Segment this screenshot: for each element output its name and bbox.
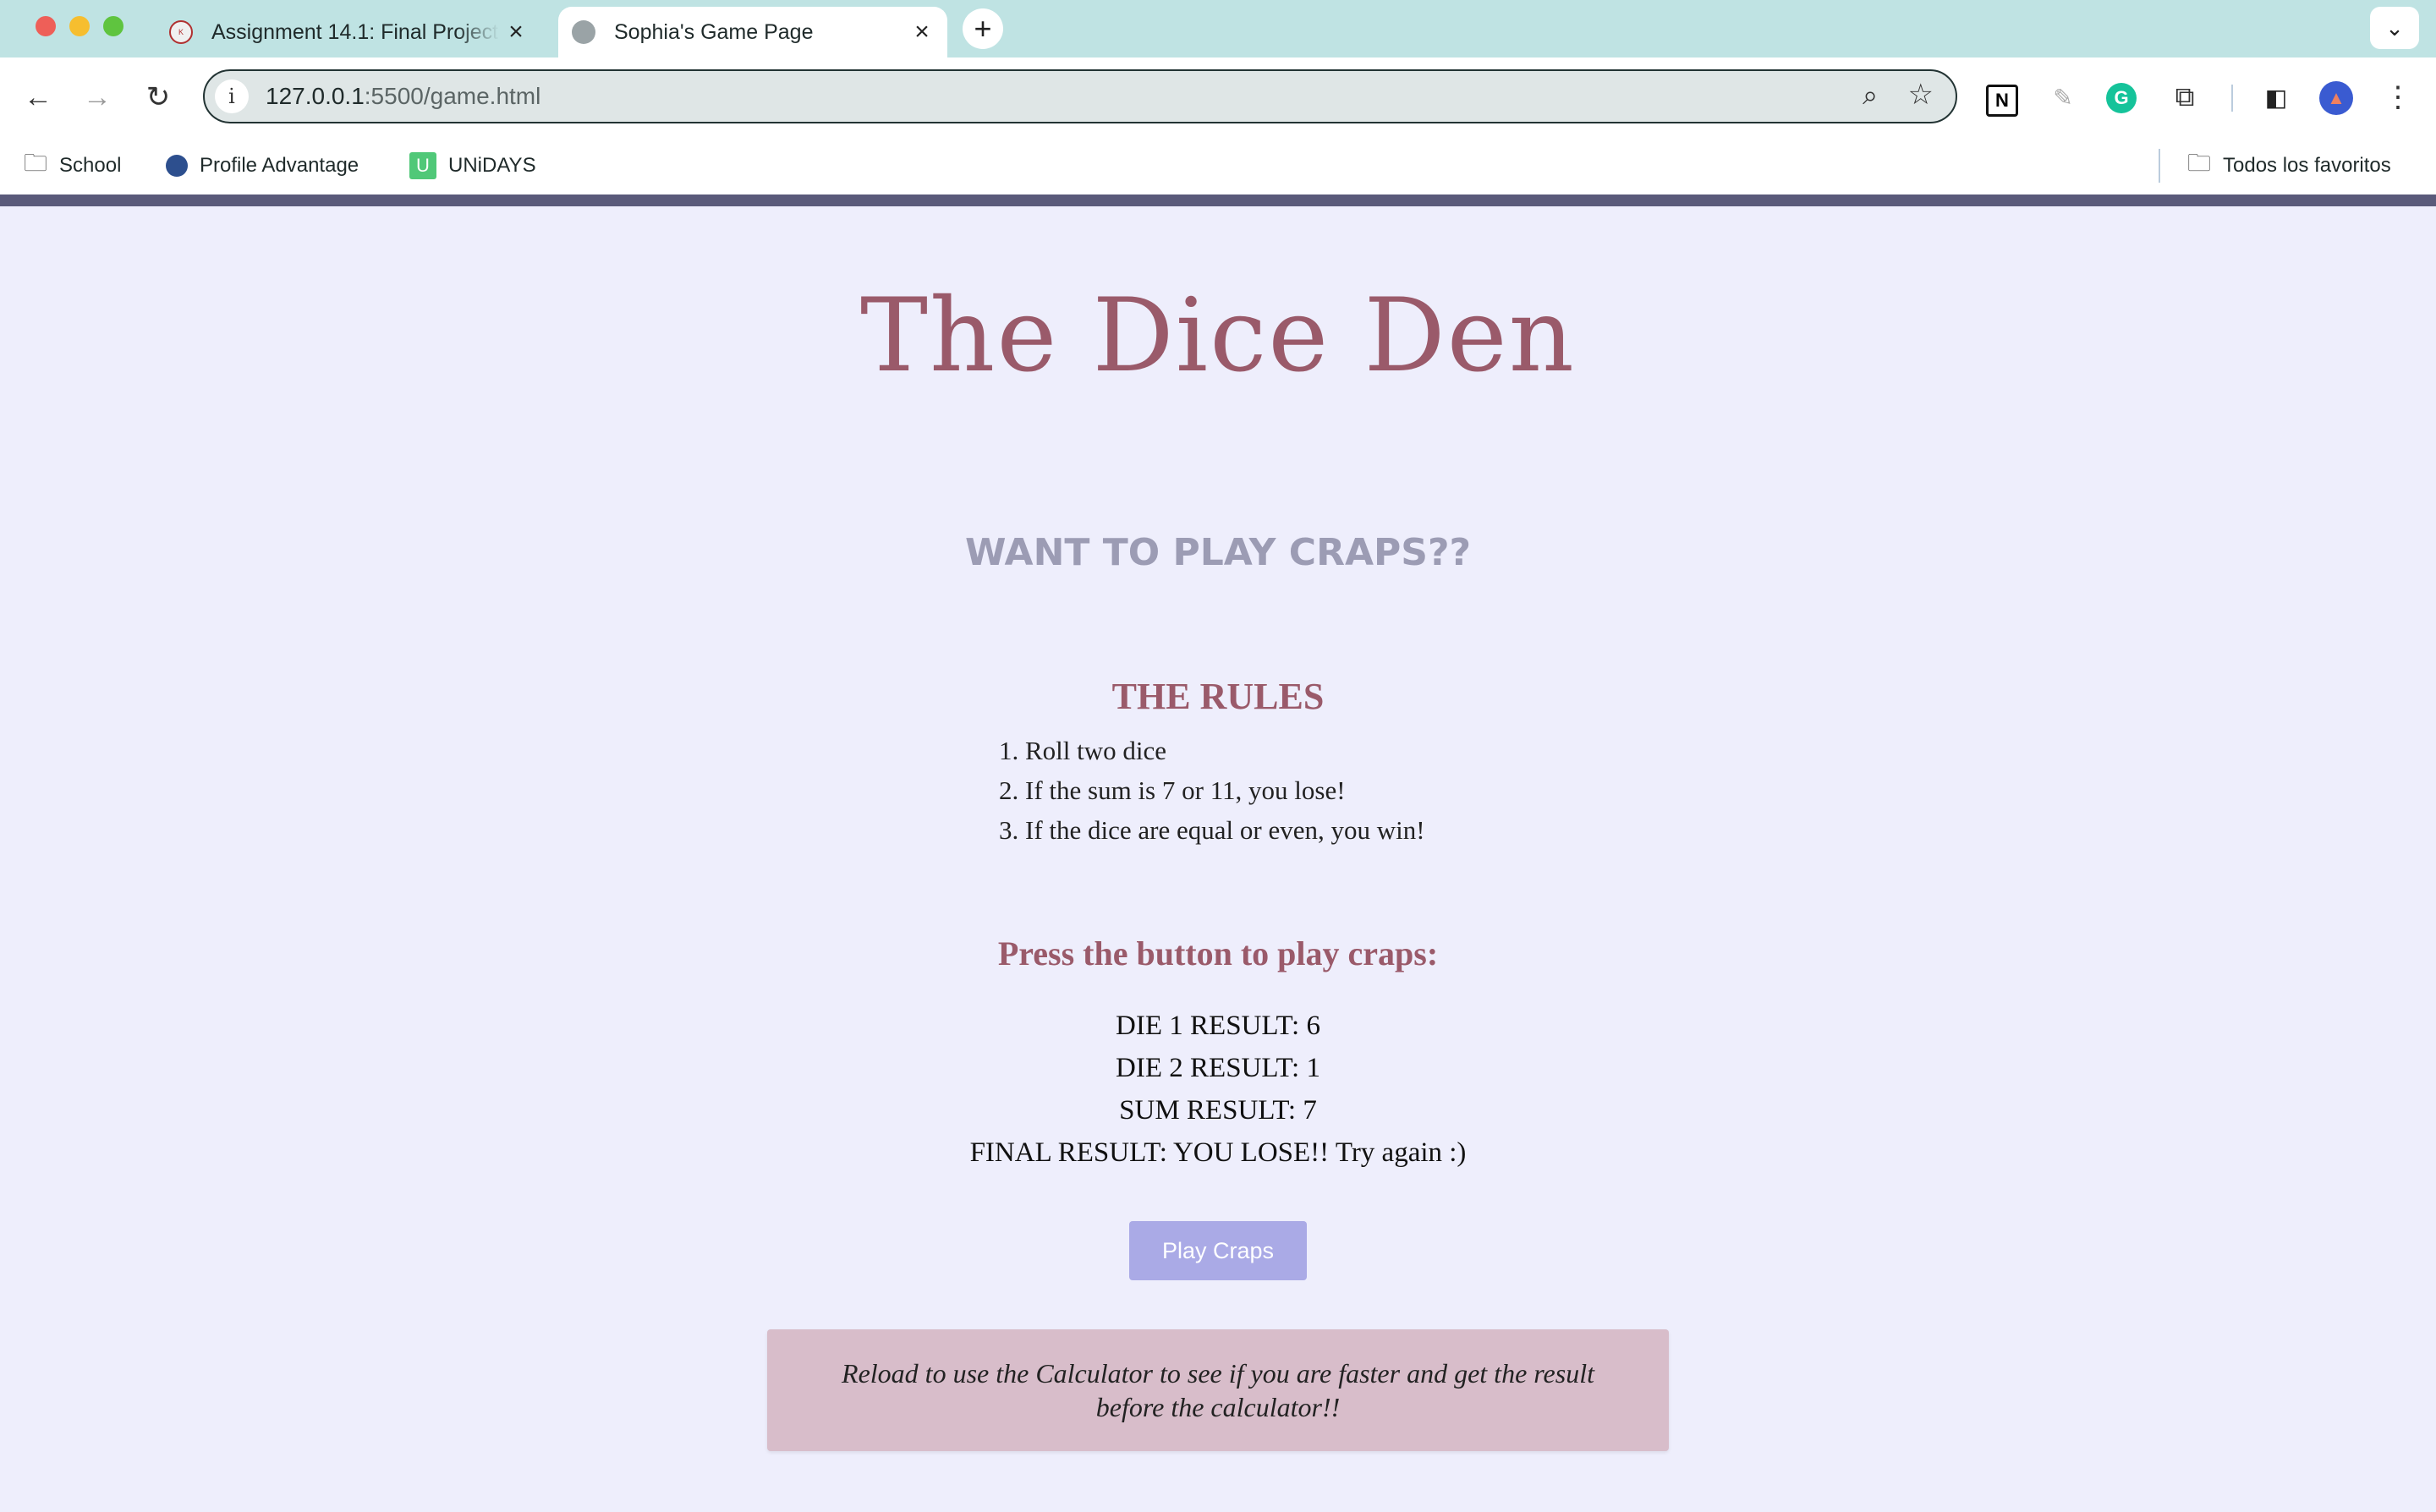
die1-result: DIE 1 RESULT: 6 <box>1116 1011 1320 1041</box>
bookmark-profile-advantage[interactable]: Profile Advantage <box>166 149 359 183</box>
play-craps-button[interactable]: Play Craps <box>1129 1221 1307 1280</box>
rule-item: Roll two dice <box>1025 731 1425 770</box>
course-icon: K <box>169 20 193 44</box>
profile-avatar[interactable]: ▲ <box>2319 81 2353 115</box>
sum-result: SUM RESULT: 7 <box>1119 1095 1317 1126</box>
folder-icon: 🗀 <box>2187 150 2212 176</box>
bookmark-label: Profile Advantage <box>200 154 359 177</box>
globe-icon <box>572 20 595 44</box>
die2-result: DIE 2 RESULT: 1 <box>1116 1053 1320 1083</box>
bookmarks-bar: 🗀 School Profile Advantage U UNiDAYS 🗀 T… <box>0 137 2436 194</box>
press-instructions: Press the button to play craps: <box>997 934 1439 972</box>
tab-title: Assignment 14.1: Final Project <box>211 19 499 44</box>
bookmark-all-favorites[interactable]: 🗀 Todos los favoritos <box>2187 149 2391 183</box>
bookmark-school[interactable]: 🗀 School <box>24 149 121 183</box>
feather-extension-icon[interactable]: ✎ <box>2045 79 2081 115</box>
address-bar[interactable]: i 127.0.0.1:5500/game.html ⌕ ☆ <box>203 69 1957 123</box>
final-result: FINAL RESULT: YOU LOSE!! Try again :) <box>969 1137 1467 1168</box>
window-close-button[interactable] <box>36 16 56 36</box>
rule-item: If the dice are equal or even, you win! <box>1025 810 1425 850</box>
window-maximize-button[interactable] <box>103 16 123 36</box>
bookmark-label: Todos los favoritos <box>2223 154 2391 177</box>
tab-assignment[interactable]: K Assignment 14.1: Final Project × <box>161 7 541 58</box>
notion-extension-icon[interactable]: N <box>1986 85 2018 117</box>
folder-icon: 🗀 <box>24 150 48 176</box>
rules-heading: THE RULES <box>1111 676 1325 717</box>
bookmarks-divider <box>2159 149 2160 183</box>
forward-arrow-icon[interactable]: → <box>78 78 117 117</box>
browser-toolbar: ← → ↻ i 127.0.0.1:5500/game.html ⌕ ☆ N ✎… <box>0 58 2436 137</box>
page-subtitle: WANT TO PLAY CRAPS?? <box>964 531 1472 574</box>
grammarly-extension-icon[interactable]: G <box>2106 83 2137 113</box>
zoom-icon[interactable]: ⌕ <box>1863 79 1878 112</box>
tab-bar: K Assignment 14.1: Final Project × Sophi… <box>0 0 2436 58</box>
url-host: 127.0.0.1 <box>266 83 365 109</box>
calculator-note: Reload to use the Calculator to see if y… <box>767 1329 1669 1451</box>
tab-title: Sophia's Game Page <box>614 19 814 44</box>
extensions-puzzle-icon[interactable]: ⧉ <box>2167 79 2203 115</box>
page-content: The Dice Den WANT TO PLAY CRAPS?? THE RU… <box>0 206 2436 1512</box>
bookmark-unidays[interactable]: U UNiDAYS <box>409 149 536 183</box>
bookmark-label: School <box>59 154 122 177</box>
window-minimize-button[interactable] <box>69 16 90 36</box>
tab-close-icon[interactable]: × <box>499 18 533 47</box>
new-tab-button[interactable]: + <box>963 8 1003 49</box>
url-path: :5500/game.html <box>364 83 541 109</box>
unidays-icon: U <box>409 152 436 179</box>
toolbar-divider <box>2231 85 2233 112</box>
reload-icon[interactable]: ↻ <box>139 78 178 117</box>
back-arrow-icon[interactable]: ← <box>19 78 58 117</box>
tab-game-page[interactable]: Sophia's Game Page × <box>558 7 947 58</box>
site-title: The Dice Den <box>860 277 1576 395</box>
page-top-border <box>0 194 2436 206</box>
rule-item: If the sum is 7 or 11, you lose! <box>1025 770 1425 810</box>
bookmark-star-icon[interactable]: ☆ <box>1908 78 1934 112</box>
globe-icon <box>166 155 188 177</box>
side-panel-icon[interactable]: ◧ <box>2258 79 2294 115</box>
results-block: DIE 1 RESULT: 6 DIE 2 RESULT: 1 SUM RESU… <box>0 1005 2436 1174</box>
bookmark-label: UNiDAYS <box>448 154 536 177</box>
url-text[interactable]: 127.0.0.1:5500/game.html <box>266 83 540 110</box>
tab-search-chevron-icon[interactable]: ⌄ <box>2370 7 2419 49</box>
rules-list: Roll two dice If the sum is 7 or 11, you… <box>998 731 1425 850</box>
browser-menu-icon[interactable]: ⋮ <box>2380 79 2416 115</box>
site-info-icon[interactable]: i <box>215 79 249 113</box>
tab-close-icon[interactable]: × <box>905 18 939 47</box>
